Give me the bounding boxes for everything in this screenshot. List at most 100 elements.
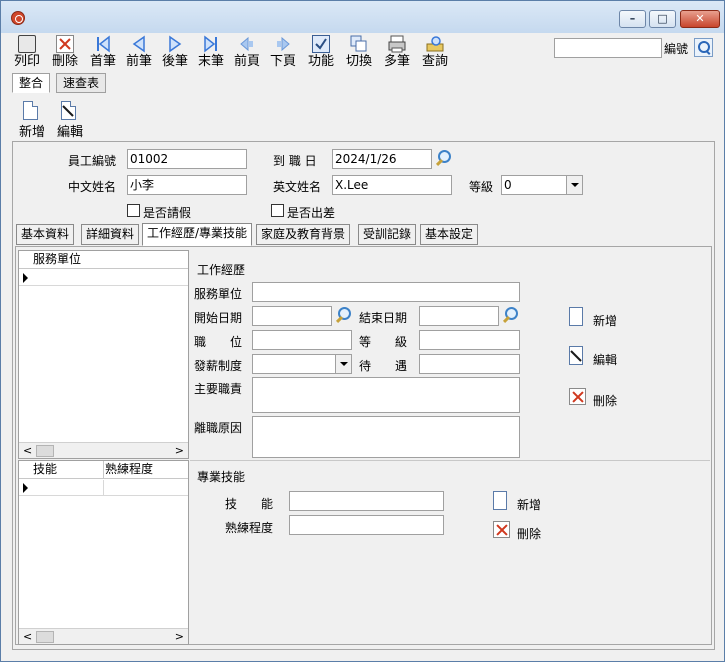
prev-record-button[interactable]: 前筆 bbox=[121, 33, 157, 73]
on-leave-checkbox[interactable] bbox=[127, 204, 140, 217]
position-field[interactable] bbox=[252, 330, 352, 350]
minimize-button[interactable]: – bbox=[619, 10, 646, 28]
scroll-left-icon[interactable]: < bbox=[23, 443, 32, 458]
horizontal-scrollbar[interactable]: < > bbox=[19, 628, 188, 644]
work-delete-button[interactable]: 刪除 bbox=[569, 387, 639, 411]
table-row[interactable] bbox=[19, 480, 188, 496]
business-trip-label: 是否出差 bbox=[287, 206, 336, 220]
multi-record-icon bbox=[388, 35, 406, 53]
end-date-field[interactable] bbox=[419, 306, 499, 326]
main-window: – □ ✕ 列印 刪除 首筆 前筆 後筆 末筆 前頁 下頁 功能 切換 多筆 查… bbox=[0, 0, 725, 662]
position-label: 職 位 bbox=[194, 335, 243, 349]
delete-icon bbox=[56, 35, 74, 53]
business-trip-checkbox[interactable] bbox=[271, 204, 284, 217]
last-record-button[interactable]: 末筆 bbox=[193, 33, 229, 73]
function-button[interactable]: 功能 bbox=[303, 33, 339, 73]
skills-add-button[interactable]: 新增 bbox=[493, 491, 563, 515]
horizontal-scrollbar[interactable]: < > bbox=[19, 442, 188, 458]
close-button[interactable]: ✕ bbox=[680, 10, 720, 28]
tab-detail-info[interactable]: 詳細資料 bbox=[81, 224, 140, 245]
grade-value: 0 bbox=[504, 178, 512, 192]
function-icon bbox=[312, 35, 330, 53]
skill-field[interactable] bbox=[289, 491, 444, 511]
leave-reason-label: 離職原因 bbox=[194, 421, 243, 435]
work-add-button[interactable]: 新增 bbox=[569, 307, 639, 331]
tab-family-education[interactable]: 家庭及教育背景 bbox=[256, 224, 351, 245]
row-pointer-icon bbox=[23, 273, 28, 283]
start-date-lookup-icon[interactable] bbox=[334, 306, 352, 324]
print-button[interactable]: 列印 bbox=[9, 33, 45, 73]
section-divider bbox=[190, 460, 710, 461]
work-history-grid[interactable]: 服務單位 < > bbox=[18, 250, 189, 459]
multi-record-button[interactable]: 多筆 bbox=[379, 33, 415, 73]
tab-basic-info[interactable]: 基本資料 bbox=[16, 224, 75, 245]
first-record-button[interactable]: 首筆 bbox=[85, 33, 121, 73]
column-divider bbox=[103, 461, 104, 478]
app-icon bbox=[11, 11, 25, 25]
edit-button[interactable]: 編輯 bbox=[51, 99, 89, 140]
scroll-thumb[interactable] bbox=[36, 631, 54, 643]
hire-date-field[interactable]: 2024/1/26 bbox=[332, 149, 432, 169]
skills-delete-button[interactable]: 刪除 bbox=[493, 520, 563, 544]
start-date-label: 開始日期 bbox=[194, 311, 243, 325]
search-icon[interactable] bbox=[694, 38, 713, 57]
end-date-label: 結束日期 bbox=[359, 311, 408, 325]
query-icon bbox=[426, 35, 444, 53]
next-record-button[interactable]: 後筆 bbox=[157, 33, 193, 73]
delete-icon bbox=[493, 521, 510, 538]
next-page-button[interactable]: 下頁 bbox=[265, 33, 301, 73]
grade-label: 等級 bbox=[469, 180, 494, 194]
end-date-lookup-icon[interactable] bbox=[501, 306, 519, 324]
next-page-icon bbox=[274, 35, 292, 53]
scroll-right-icon[interactable]: > bbox=[175, 629, 184, 644]
unit-field[interactable] bbox=[252, 282, 520, 302]
unit-label: 服務單位 bbox=[194, 287, 243, 301]
treatment-field[interactable] bbox=[419, 354, 520, 374]
english-name-field[interactable]: X.Lee bbox=[332, 175, 452, 195]
switch-button[interactable]: 切換 bbox=[341, 33, 377, 73]
employee-id-field[interactable]: 01002 bbox=[127, 149, 247, 169]
proficiency-field[interactable] bbox=[289, 515, 444, 535]
printer-icon bbox=[18, 35, 36, 53]
skills-grid[interactable]: 技能 熟練程度 < > bbox=[18, 460, 189, 645]
last-record-icon bbox=[202, 35, 220, 53]
scroll-left-icon[interactable]: < bbox=[23, 629, 32, 644]
search-input[interactable] bbox=[554, 38, 662, 58]
employee-id-label: 員工編號 bbox=[68, 154, 117, 168]
title-bar: – □ ✕ bbox=[1, 1, 724, 33]
grade-select[interactable]: 0 bbox=[501, 175, 583, 195]
chevron-down-icon[interactable] bbox=[335, 355, 351, 373]
new-document-icon bbox=[23, 101, 38, 120]
duties-field[interactable] bbox=[252, 377, 520, 413]
tab-combined[interactable]: 整合 bbox=[12, 73, 51, 93]
tab-basic-settings[interactable]: 基本設定 bbox=[420, 224, 479, 245]
new-document-icon bbox=[493, 491, 507, 510]
new-document-icon bbox=[569, 307, 583, 326]
prev-page-button[interactable]: 前頁 bbox=[229, 33, 265, 73]
hire-date-label: 到 職 日 bbox=[273, 154, 317, 168]
hire-date-lookup-icon[interactable] bbox=[434, 149, 452, 167]
edit-document-icon bbox=[61, 101, 76, 120]
start-date-field[interactable] bbox=[252, 306, 332, 326]
chinese-name-field[interactable]: 小李 bbox=[127, 175, 247, 195]
first-record-icon bbox=[94, 35, 112, 53]
maximize-button[interactable]: □ bbox=[649, 10, 676, 28]
query-button[interactable]: 查詢 bbox=[417, 33, 453, 73]
pay-system-select[interactable] bbox=[252, 354, 352, 374]
tab-quick-table[interactable]: 速查表 bbox=[56, 73, 107, 93]
table-row[interactable] bbox=[19, 270, 188, 286]
work-edit-button[interactable]: 編輯 bbox=[569, 346, 639, 370]
tab-work-experience[interactable]: 工作經歷/專業技能 bbox=[142, 223, 253, 246]
leave-reason-field[interactable] bbox=[252, 416, 520, 458]
scroll-right-icon[interactable]: > bbox=[175, 443, 184, 458]
scroll-thumb[interactable] bbox=[36, 445, 54, 457]
add-button[interactable]: 新增 bbox=[13, 99, 51, 140]
prev-page-icon bbox=[238, 35, 256, 53]
level-field[interactable] bbox=[419, 330, 520, 350]
chevron-down-icon[interactable] bbox=[566, 176, 582, 194]
delete-button[interactable]: 刪除 bbox=[47, 33, 83, 73]
row-pointer-icon bbox=[23, 483, 28, 493]
tab-training-records[interactable]: 受訓記錄 bbox=[358, 224, 417, 245]
edit-document-icon bbox=[569, 346, 583, 365]
proficiency-label: 熟練程度 bbox=[225, 521, 274, 535]
